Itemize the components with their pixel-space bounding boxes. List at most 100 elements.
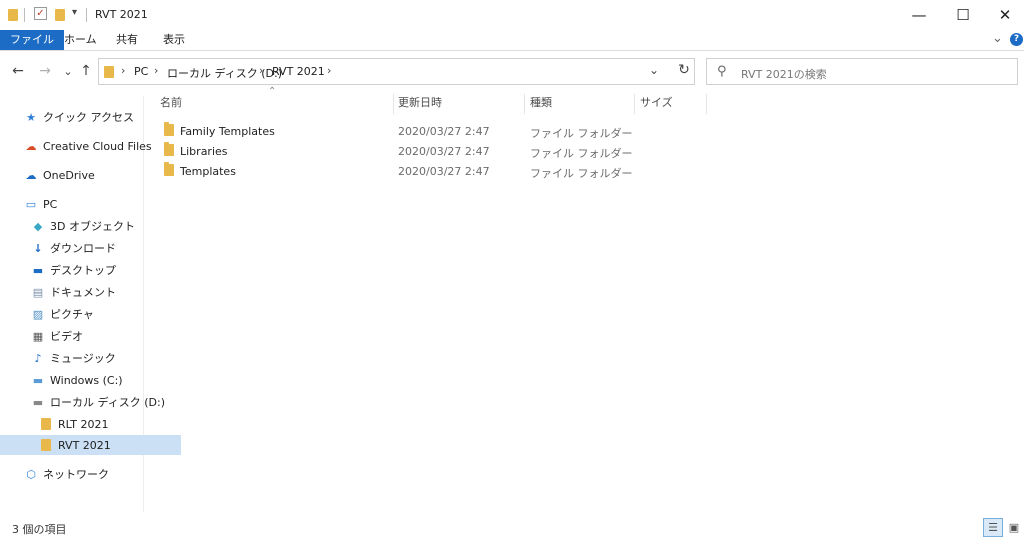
details-view-button[interactable]: ☰	[983, 518, 1003, 537]
breadcrumb-local-disk[interactable]: ローカル ディスク (D:)	[167, 65, 282, 81]
expand-ribbon-icon[interactable]: ⌄	[992, 31, 1003, 46]
document-icon: ▤	[32, 285, 44, 299]
sidebar-item-label: ネットワーク	[43, 468, 109, 481]
sidebar-item-local-disk-d[interactable]: ▬ ローカル ディスク (D:)	[0, 392, 173, 412]
new-folder-icon[interactable]	[55, 9, 65, 21]
sort-ascending-icon: ⌃	[268, 86, 277, 97]
minimize-button[interactable]: —	[896, 0, 942, 30]
search-box[interactable]: ⚲ RVT 2021の検索	[706, 58, 1018, 85]
file-name: Templates	[180, 165, 236, 178]
status-bar: 3 個の項目	[0, 515, 1024, 539]
sidebar-item-quick-access[interactable]: ★ クイック アクセス	[0, 107, 166, 127]
sidebar-item-label: Creative Cloud Files	[43, 139, 152, 153]
file-date: 2020/03/27 2:47	[398, 165, 490, 178]
column-header-date[interactable]: 更新日時	[398, 96, 442, 116]
close-button[interactable]: ✕	[982, 0, 1024, 30]
sidebar-item-rlt-2021[interactable]: RLT 2021	[0, 414, 181, 434]
file-date: 2020/03/27 2:47	[398, 125, 490, 138]
sidebar-item-label: ローカル ディスク (D:)	[50, 396, 165, 409]
breadcrumb-separator[interactable]: ›	[154, 64, 158, 77]
sidebar-item-documents[interactable]: ▤ ドキュメント	[0, 282, 173, 302]
sidebar-item-onedrive[interactable]: ☁ OneDrive	[0, 165, 166, 185]
file-type: ファイル フォルダー	[530, 147, 633, 160]
network-icon: ⬡	[26, 467, 36, 481]
up-button[interactable]: ↑	[76, 61, 96, 81]
navigation-pane: ★ クイック アクセス ☁ Creative Cloud Files ☁ One…	[0, 96, 181, 512]
file-row[interactable]: Libraries 2020/03/27 2:47 ファイル フォルダー	[150, 141, 710, 161]
picture-icon: ▨	[32, 307, 44, 321]
sidebar-item-label: デスクトップ	[50, 264, 116, 277]
sidebar-item-rvt-2021[interactable]: RVT 2021	[0, 435, 181, 455]
maximize-button[interactable]: ☐	[940, 0, 986, 30]
breadcrumb-rvt-2021[interactable]: RVT 2021	[272, 65, 325, 78]
cloud-icon: ☁	[25, 168, 37, 182]
file-date: 2020/03/27 2:47	[398, 145, 490, 158]
separator	[24, 8, 25, 22]
desktop-icon: ▬	[32, 263, 44, 277]
column-header-type[interactable]: 種類	[530, 96, 552, 116]
tab-share[interactable]: 共有	[106, 30, 148, 50]
sidebar-item-3d-objects[interactable]: ◆ 3D オブジェクト	[0, 216, 173, 236]
ribbon-tabs: ファイル ホーム 共有 表示 ⌄ ?	[0, 30, 1024, 51]
help-icon[interactable]: ?	[1010, 33, 1023, 46]
computer-icon: ▭	[25, 197, 37, 211]
column-divider[interactable]	[634, 94, 635, 114]
sidebar-item-network[interactable]: ⬡ ネットワーク	[0, 464, 166, 484]
column-divider[interactable]	[393, 94, 394, 114]
customize-quick-access-dropdown[interactable]: ▾	[72, 7, 77, 18]
column-divider[interactable]	[524, 94, 525, 114]
forward-button[interactable]: →	[35, 61, 55, 81]
item-count: 3 個の項目	[12, 523, 67, 536]
folder-icon	[39, 417, 53, 431]
breadcrumb-separator[interactable]: ›	[121, 64, 125, 77]
music-icon: ♪	[34, 351, 42, 365]
sidebar-item-label: ドキュメント	[50, 286, 116, 299]
cube-icon: ◆	[33, 219, 43, 233]
search-placeholder: RVT 2021の検索	[741, 68, 827, 81]
star-icon: ★	[26, 110, 36, 124]
back-button[interactable]: ←	[8, 61, 28, 81]
tab-home[interactable]: ホーム	[54, 30, 107, 50]
tab-view[interactable]: 表示	[153, 30, 195, 50]
sidebar-item-label: ダウンロード	[50, 242, 116, 255]
sidebar-item-label: RVT 2021	[58, 438, 111, 452]
sidebar-item-videos[interactable]: ▦ ビデオ	[0, 326, 173, 346]
refresh-button[interactable]: ↻	[674, 60, 694, 80]
file-type: ファイル フォルダー	[530, 167, 633, 180]
file-row[interactable]: Family Templates 2020/03/27 2:47 ファイル フォ…	[150, 121, 710, 141]
column-header-name[interactable]: 名前	[160, 96, 182, 116]
sidebar-item-desktop[interactable]: ▬ デスクトップ	[0, 260, 173, 280]
recent-locations-button[interactable]: ⌄	[58, 61, 78, 81]
sidebar-item-label: Windows (C:)	[50, 373, 123, 387]
large-icons-view-button[interactable]: ▣	[1004, 518, 1024, 537]
sidebar-item-label: RLT 2021	[58, 417, 109, 431]
sidebar-item-downloads[interactable]: ↓ ダウンロード	[0, 238, 173, 258]
column-header-size[interactable]: サイズ	[640, 96, 673, 116]
sidebar-item-label: ビデオ	[50, 330, 83, 343]
file-row[interactable]: Templates 2020/03/27 2:47 ファイル フォルダー	[150, 161, 710, 181]
sidebar-item-creative-cloud[interactable]: ☁ Creative Cloud Files	[0, 136, 166, 156]
sidebar-item-label: OneDrive	[43, 168, 95, 182]
sidebar-item-label: 3D オブジェクト	[50, 220, 135, 233]
address-bar[interactable]: › PC › ローカル ディスク (D:) › RVT 2021 › ⌄	[98, 58, 695, 85]
breadcrumb-pc[interactable]: PC	[134, 65, 148, 78]
file-name: Libraries	[180, 145, 228, 158]
navigation-bar: ← → ⌄ ↑ › PC › ローカル ディスク (D:) › RVT 2021…	[0, 56, 1024, 86]
folder-icon	[164, 162, 174, 176]
column-divider[interactable]	[706, 94, 707, 114]
window-title: RVT 2021	[95, 8, 148, 21]
folder-icon	[104, 66, 114, 78]
sidebar-item-pictures[interactable]: ▨ ピクチャ	[0, 304, 173, 324]
properties-icon[interactable]: ✓	[34, 7, 47, 20]
sidebar-item-pc[interactable]: ▭ PC	[0, 194, 166, 214]
file-name: Family Templates	[180, 125, 275, 138]
breadcrumb-separator[interactable]: ›	[327, 64, 331, 77]
breadcrumb-separator[interactable]: ›	[259, 64, 263, 77]
sidebar-item-label: ピクチャ	[50, 308, 94, 321]
sidebar-item-label: ミュージック	[50, 352, 116, 365]
sidebar-item-music[interactable]: ♪ ミュージック	[0, 348, 173, 368]
address-dropdown-icon[interactable]: ⌄	[649, 63, 659, 77]
sidebar-item-windows-c[interactable]: ▬ Windows (C:)	[0, 370, 173, 390]
creative-cloud-icon: ☁	[25, 139, 37, 153]
drive-icon: ▬	[32, 373, 44, 387]
